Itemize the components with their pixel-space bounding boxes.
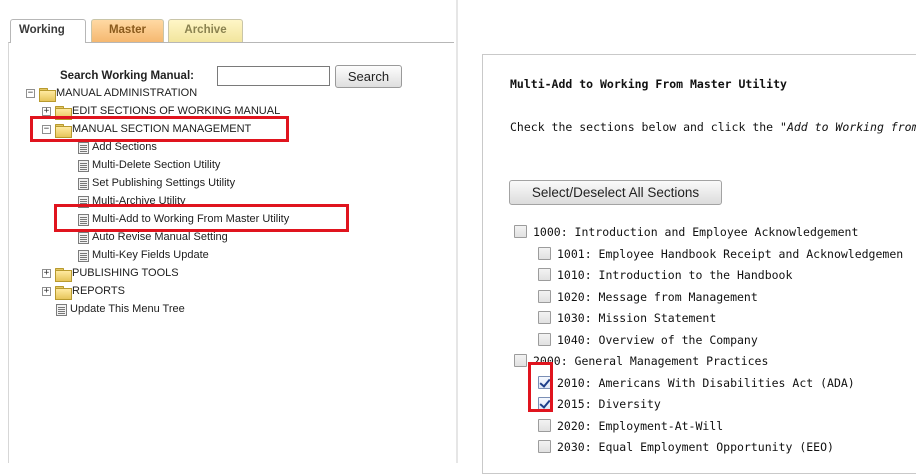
instruction-emphasis: "Add to Working from Ma [780,120,916,134]
tree-item-label: Multi-Delete Section Utility [92,159,221,171]
tree-node-label: PUBLISHING TOOLS [72,267,179,279]
left-panel: Working Master Archive Search Working Ma… [0,0,456,463]
tab-working[interactable]: Working [10,19,86,43]
instruction-prefix: Check the sections below and click the [510,120,781,134]
section-label: 2015: Diversity [557,397,661,411]
section-label: 1000: Introduction and Employee Acknowle… [533,225,859,239]
section-label: 1020: Message from Management [557,289,758,304]
section-label: 1010: Introduction to the Handbook [557,268,793,282]
section-label: 2030: Equal Employment Opportunity (EEO) [557,440,834,454]
highlight-box [30,116,289,142]
section-label: 2010: Americans With Disabilities Act (A… [557,375,855,390]
section-checkbox[interactable] [514,225,527,238]
tree-item-label: Set Publishing Settings Utility [92,177,236,189]
page-icon [56,304,67,316]
page-title: Multi-Add to Working From Master Utility [510,77,787,91]
expand-icon[interactable]: + [42,107,51,116]
right-panel: Multi-Add to Working From Master Utility… [458,0,916,474]
instruction-text: Check the sections below and click the "… [510,120,916,134]
tree-item-label: Auto Revise Manual Setting [92,231,228,243]
section-checkbox[interactable] [538,332,551,346]
page-icon [78,232,89,244]
section-checkbox[interactable] [538,289,551,303]
expand-icon[interactable]: + [42,287,51,296]
section-checkbox[interactable] [538,418,551,432]
tree-item-label: Update This Menu Tree [70,303,185,315]
page-icon [78,160,89,172]
section-checkbox[interactable] [538,440,551,453]
collapse-icon[interactable]: − [26,89,35,98]
section-label: 1040: Overview of the Company [557,332,758,347]
section-label: 1030: Mission Statement [557,311,717,325]
page-icon [78,178,89,190]
folder-icon [55,268,72,282]
folder-icon [55,286,72,300]
section-checkbox[interactable] [538,311,551,324]
tree-node-label: REPORTS [72,285,125,297]
section-checkbox[interactable] [538,246,551,260]
page-icon [78,250,89,262]
highlight-box [528,362,553,412]
select-all-button[interactable]: Select/Deselect All Sections [509,180,722,205]
menu-tree: − MANUAL ADMINISTRATION + EDIT SECTIONS … [0,0,456,463]
section-label: 2000: General Management Practices [533,354,769,368]
tree-node-label: MANUAL ADMINISTRATION [56,87,198,99]
tree-item-label: Multi-Key Fields Update [92,249,209,261]
expand-icon[interactable]: + [42,269,51,278]
highlight-box [54,204,349,232]
folder-open-icon [39,88,56,102]
section-label: 1001: Employee Handbook Receipt and Ackn… [557,246,904,261]
section-checkbox[interactable] [538,268,551,281]
tree-item-label: Add Sections [92,141,157,153]
section-label: 2020: Employment-At-Will [557,418,724,433]
page-icon [78,142,89,154]
section-checkbox[interactable] [514,354,527,367]
